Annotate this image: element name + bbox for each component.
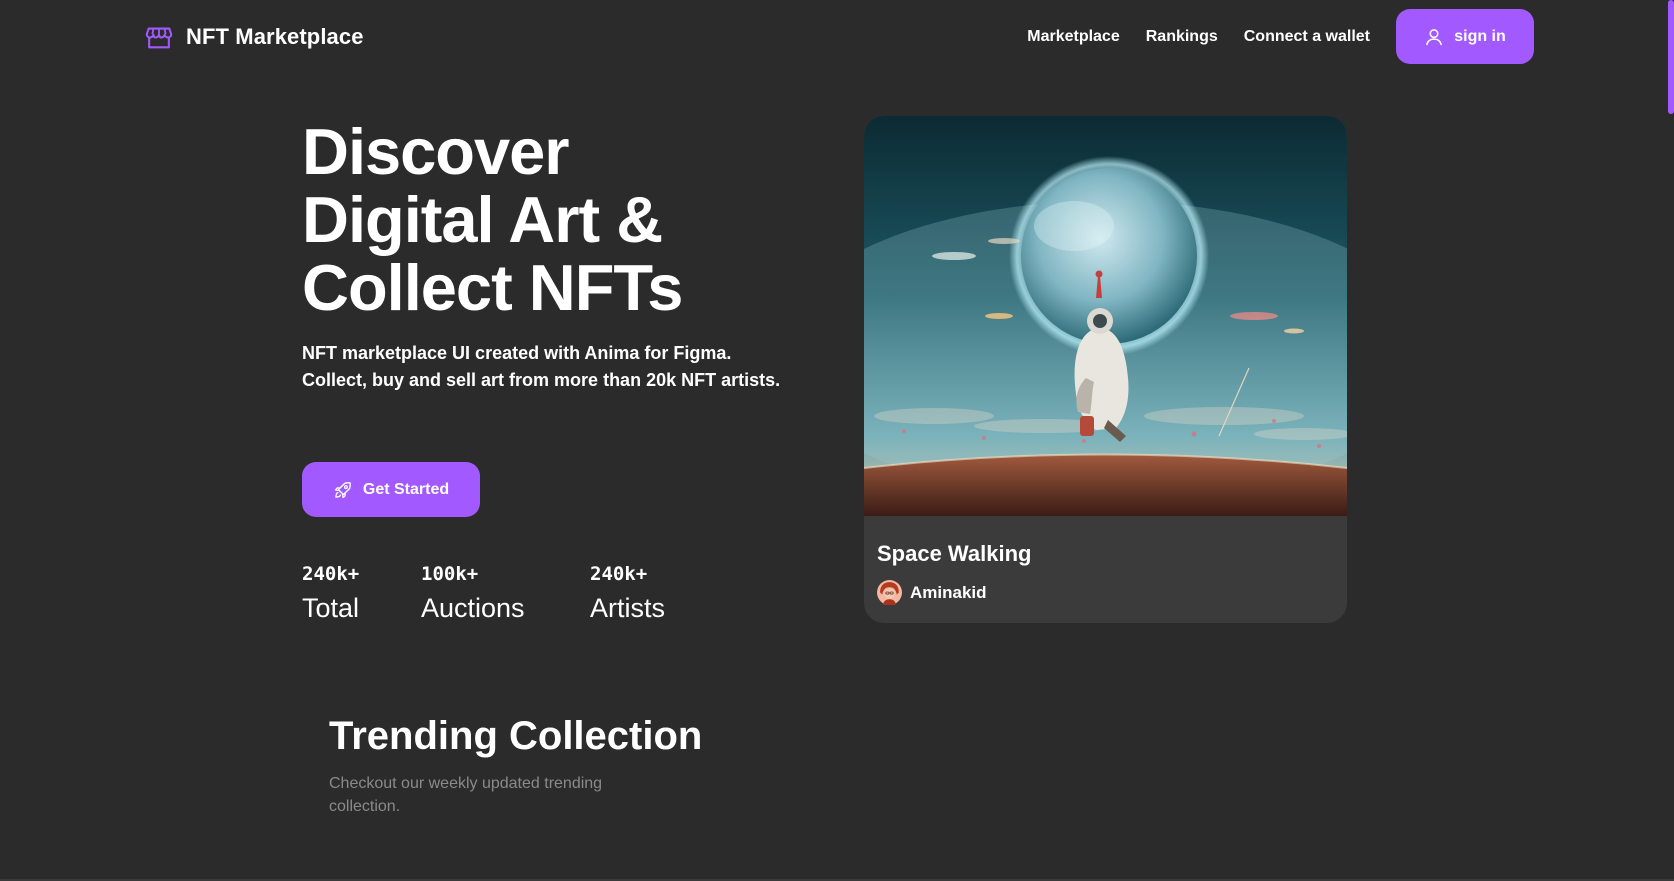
user-icon <box>1426 28 1443 45</box>
stat-label: Auctions <box>421 593 525 623</box>
get-started-button[interactable]: Get Started <box>302 462 480 517</box>
stat-label: Artists <box>590 593 666 623</box>
storefront-icon <box>145 27 173 49</box>
nav-link-rankings[interactable]: Rankings <box>1146 28 1218 46</box>
trending-subtitle-line: Checkout our weekly updated trending <box>329 775 603 792</box>
stat-label: Total <box>302 593 360 623</box>
nav-link-marketplace[interactable]: Marketplace <box>1027 28 1120 46</box>
hero-title-line: Digital Art & <box>302 183 663 256</box>
artist-avatar <box>877 580 902 605</box>
hero-subtitle: NFT marketplace UI created with Anima fo… <box>302 340 842 394</box>
stat-value: 240k+ <box>302 563 360 585</box>
stat-artists: 240k+ Artists <box>590 562 710 626</box>
trending-subtitle: Checkout our weekly updated trending col… <box>329 772 669 818</box>
trending-subtitle-line: collection. <box>329 798 401 815</box>
stats-row: 240k+ Total 100k+ Auctions 240k+ Artists <box>302 562 710 626</box>
trending-title: Trending Collection <box>329 714 703 758</box>
hero-subtitle-line: Collect, buy and sell art from more than… <box>302 370 781 390</box>
featured-nft-card[interactable]: Space Walking Aminakid <box>864 116 1347 623</box>
top-navbar: NFT Marketplace Marketplace Rankings Con… <box>0 0 1674 74</box>
get-started-label: Get Started <box>362 480 450 498</box>
sign-in-button[interactable]: sign in <box>1396 9 1534 64</box>
vertical-scrollbar[interactable] <box>1668 0 1674 881</box>
stat-total: 240k+ Total <box>302 562 421 626</box>
stat-auctions: 100k+ Auctions <box>421 562 590 626</box>
stat-value: 100k+ <box>421 563 479 585</box>
nft-info: Space Walking Aminakid <box>864 516 1347 623</box>
stat-value: 240k+ <box>590 563 648 585</box>
brand-logo-link[interactable]: NFT Marketplace <box>144 22 364 52</box>
hero-subtitle-line: NFT marketplace UI created with Anima fo… <box>302 343 732 363</box>
main-nav: Marketplace Rankings Connect a wallet si… <box>1027 9 1534 64</box>
brand-name: NFT Marketplace <box>186 24 364 49</box>
hero-title: Discover Digital Art & Collect NFTs <box>302 118 822 322</box>
page: NFT Marketplace Marketplace Rankings Con… <box>0 0 1674 881</box>
artist-name: Aminakid <box>910 582 987 602</box>
artist-row[interactable]: Aminakid <box>877 580 1334 605</box>
nft-title: Space Walking <box>877 541 1032 566</box>
hero-title-line: Collect NFTs <box>302 251 683 324</box>
scrollbar-thumb[interactable] <box>1668 0 1674 114</box>
rocket-icon <box>334 481 351 498</box>
sign-in-label: sign in <box>1454 27 1506 45</box>
nft-artwork-image <box>864 116 1347 516</box>
hero-title-line: Discover <box>302 115 570 188</box>
nav-link-connect-wallet[interactable]: Connect a wallet <box>1244 28 1370 46</box>
